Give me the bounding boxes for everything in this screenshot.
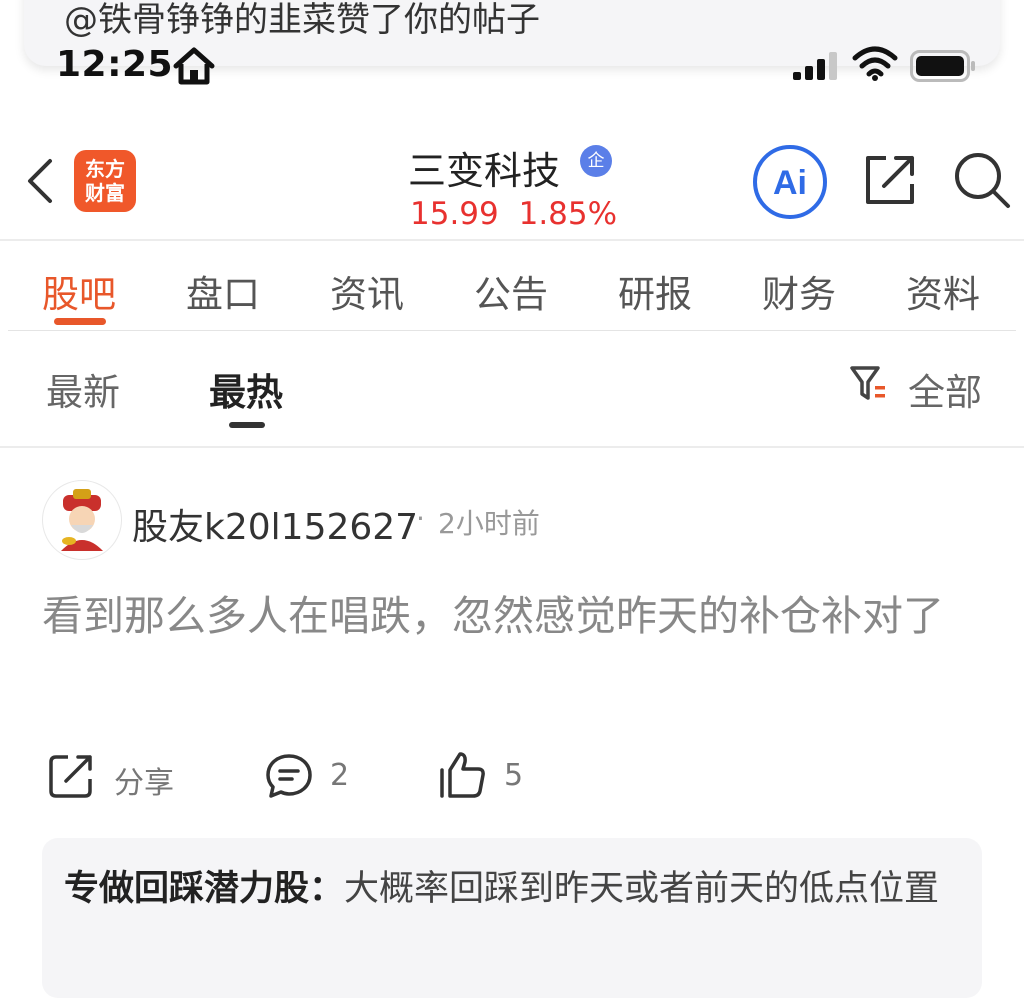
wifi-icon [852,46,898,81]
post-time: 2小时前 [438,507,540,540]
sort-hottest[interactable]: 最热 [209,362,283,416]
avatar[interactable] [42,480,122,560]
tab-pankou[interactable]: 盘口 [186,264,260,318]
comment-icon[interactable] [264,751,314,801]
share-label[interactable]: 分享 [114,758,174,802]
comment-count: 2 [330,758,350,793]
tab-zixun[interactable]: 资讯 [330,264,404,318]
share-icon[interactable] [862,152,918,208]
tab-ziliao[interactable]: 资料 [906,264,980,318]
stock-price: 15.99 [410,196,499,232]
quote-text: 大概率回踩到昨天或者前天的低点位置 [344,869,940,909]
signal-icon [793,52,837,80]
header-divider [0,239,1024,241]
share-icon[interactable] [46,751,96,801]
tabs-divider [8,330,1016,331]
filter-icon[interactable] [848,362,890,404]
status-time: 12:25 [56,44,174,85]
ai-label: Ai [773,164,807,202]
sort-active-indicator [229,422,265,428]
sort-divider [0,446,1024,448]
post-body[interactable]: 看到那么多人在唱跌，忽然感觉昨天的补仓补对了 [42,582,992,650]
battery-icon [910,50,975,82]
search-icon[interactable] [952,150,1012,210]
verified-icon: 企 [580,145,612,177]
stock-name[interactable]: 三变科技 [408,140,560,195]
ai-icon[interactable]: Ai [752,144,828,220]
like-count: 5 [504,758,524,793]
avatar-icon [61,489,103,551]
post-username[interactable]: 股友k20l152627 [132,498,418,550]
tab-guba[interactable]: 股吧 [42,264,116,318]
stock-change-pct: 1.85% [518,196,618,232]
quote-content: 专做回踩潜力股：大概率回踩到昨天或者前天的低点位置 [64,862,964,916]
notification-text: @铁骨铮铮的韭菜赞了你的帖子 [64,0,540,40]
logo-line1: 东方 [85,157,125,181]
logo-line2: 财富 [85,181,125,205]
tab-yanbao[interactable]: 研报 [618,264,692,318]
filter-label[interactable]: 全部 [908,362,982,416]
home-icon [173,47,215,85]
sort-latest[interactable]: 最新 [46,362,120,416]
like-icon[interactable] [438,750,488,800]
app-logo[interactable]: 东方 财富 [74,150,136,212]
back-arrow-icon[interactable] [22,155,58,207]
meta-separator: · [416,502,425,535]
tab-gonggao[interactable]: 公告 [474,264,548,318]
tab-caiwu[interactable]: 财务 [762,264,836,318]
stock-price-row[interactable]: 15.99 1.85% [410,196,617,232]
tab-active-indicator [54,318,106,325]
quote-author[interactable]: 专做回踩潜力股： [64,869,344,909]
